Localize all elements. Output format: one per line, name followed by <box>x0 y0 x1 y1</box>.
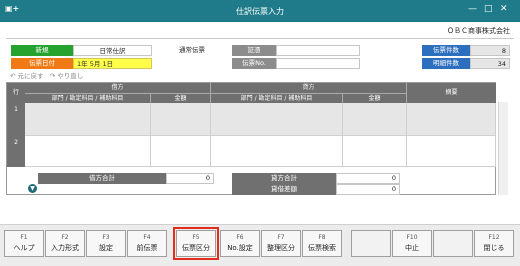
f3-button[interactable]: F3 設定 <box>86 230 126 257</box>
row-2-summary[interactable] <box>407 136 496 167</box>
redo-button[interactable]: やり直し <box>57 72 83 80</box>
voucher-count-value: 8 <box>470 45 510 56</box>
row-1-debit-amount[interactable] <box>151 103 211 136</box>
f6-label: No.設定 <box>227 244 253 252</box>
credit-header: 貸方 <box>211 83 407 93</box>
debit-total-value: 0 <box>166 173 214 184</box>
date-month: 5月 <box>89 60 101 68</box>
grid-scrollbar[interactable] <box>498 102 508 195</box>
function-key-bar: F1 ヘルプ F2 入力形式 F3 設定 F4 前伝票 F5 伝票区分 F6 No.設定 F… <box>0 224 520 266</box>
maximize-icon[interactable]: □ <box>484 4 493 14</box>
f10-key: F10 <box>406 234 418 241</box>
detail-count-label: 明細件数 <box>422 58 470 69</box>
title-bar: ▣+ 仕訳伝票入力 — □ ✕ <box>0 0 520 22</box>
undo-button[interactable]: 元に戻す <box>18 72 44 80</box>
f9-button[interactable] <box>351 230 391 257</box>
row-2-credit-account[interactable] <box>211 136 343 167</box>
undo-redo-bar: ↶ 元に戻す ↷ やり直し <box>10 70 83 80</box>
f1-key: F1 <box>20 234 28 241</box>
f8-key: F8 <box>318 234 326 241</box>
row-header: 行 <box>7 83 25 103</box>
debit-amount-header: 金額 <box>151 93 211 103</box>
difference-value: 0 <box>336 184 400 195</box>
f12-button[interactable]: F12 閉じる <box>474 230 514 257</box>
debit-header: 借方 <box>25 83 211 93</box>
evidence-label: 証憑 <box>232 45 276 56</box>
f3-key: F3 <box>102 234 110 241</box>
f7-key: F7 <box>277 234 285 241</box>
row-number-2: 2 <box>7 136 25 167</box>
entry-type-select[interactable]: 日常仕訳 <box>73 45 152 56</box>
f7-label: 整理区分 <box>267 244 295 252</box>
f6-button[interactable]: F6 No.設定 <box>220 230 260 257</box>
credit-account-header: 部門 / 勘定科目 / 補助科目 <box>211 93 343 103</box>
f5-button[interactable]: F5 伝票区分 <box>173 227 219 260</box>
f12-label: 閉じる <box>483 244 505 252</box>
row-number-1: 1 <box>7 103 25 136</box>
divider <box>6 38 514 39</box>
expand-toggle-icon[interactable]: ▼ <box>28 184 37 193</box>
f2-button[interactable]: F2 入力形式 <box>45 230 85 257</box>
row-2-debit-amount[interactable] <box>151 136 211 167</box>
voucher-count-label: 伝票件数 <box>422 45 470 56</box>
f2-label: 入力形式 <box>51 244 79 252</box>
detail-count-value: 34 <box>470 58 510 69</box>
f8-button[interactable]: F8 伝票検索 <box>302 230 342 257</box>
voucher-type: 通常伝票 <box>179 46 205 54</box>
f4-key: F4 <box>143 234 151 241</box>
minimize-icon[interactable]: — <box>468 4 477 14</box>
f10-label: 中止 <box>405 244 419 252</box>
credit-amount-header: 金額 <box>343 93 407 103</box>
voucher-no-label: 伝票No. <box>232 58 276 69</box>
row-1-debit-account[interactable] <box>25 103 151 136</box>
difference-label: 貸借差額 <box>232 184 336 195</box>
mode-label: 新規 <box>11 45 73 56</box>
f6-key: F6 <box>236 234 244 241</box>
row-1-summary[interactable] <box>407 103 496 136</box>
row-2-credit-amount[interactable] <box>343 136 407 167</box>
credit-total-value: 0 <box>336 173 400 184</box>
redo-icon[interactable]: ↷ <box>50 72 55 80</box>
evidence-input[interactable] <box>276 45 360 56</box>
f10-button[interactable]: F10 中止 <box>392 230 432 257</box>
debit-account-header: 部門 / 勘定科目 / 補助科目 <box>25 93 151 103</box>
row-1-credit-amount[interactable] <box>343 103 407 136</box>
f4-button[interactable]: F4 前伝票 <box>127 230 167 257</box>
date-input[interactable]: 1年 5月 1日 <box>73 58 152 69</box>
voucher-no-input[interactable] <box>276 58 360 69</box>
date-label: 伝票日付 <box>11 58 73 69</box>
date-year: 年 <box>81 60 88 68</box>
f3-label: 設定 <box>99 244 113 252</box>
close-icon[interactable]: ✕ <box>500 4 508 14</box>
f2-key: F2 <box>61 234 69 241</box>
f1-button[interactable]: F1 ヘルプ <box>4 230 44 257</box>
summary-header: 摘要 <box>407 83 496 103</box>
row-2-debit-account[interactable] <box>25 136 151 167</box>
row-1-credit-account[interactable] <box>211 103 343 136</box>
f8-label: 伝票検索 <box>308 244 336 252</box>
f7-button[interactable]: F7 整理区分 <box>261 230 301 257</box>
f1-label: ヘルプ <box>13 244 35 252</box>
f12-key: F12 <box>488 234 500 241</box>
undo-icon[interactable]: ↶ <box>10 72 15 80</box>
window-title: 仕訳伝票入力 <box>236 7 284 16</box>
f11-button[interactable] <box>433 230 473 257</box>
date-day: 1日 <box>102 60 114 68</box>
f5-key: F5 <box>192 234 200 241</box>
f5-label: 伝票区分 <box>182 244 210 252</box>
company-name: ＯＢＣ商事株式会社 <box>447 27 510 35</box>
credit-total-label: 貸方合計 <box>232 173 336 184</box>
f4-label: 前伝票 <box>136 244 158 252</box>
debit-total-label: 借方合計 <box>38 173 166 184</box>
